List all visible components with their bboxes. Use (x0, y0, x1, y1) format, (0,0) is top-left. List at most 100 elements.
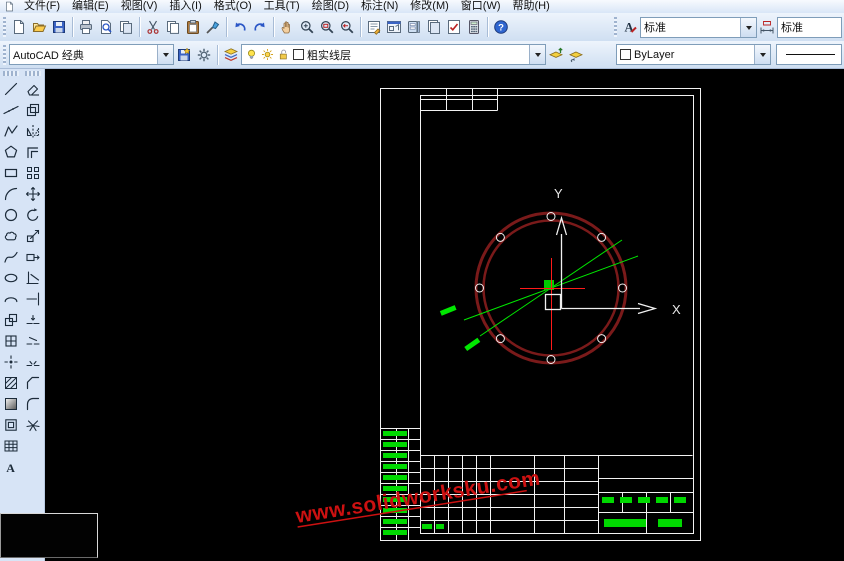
polygon-icon[interactable] (1, 141, 21, 162)
menu-tools[interactable]: 工具(T) (258, 0, 306, 13)
color-dropdown-arrow[interactable] (754, 45, 770, 64)
layer-dropdown-arrow[interactable] (529, 45, 545, 64)
layer-properties-icon[interactable] (221, 44, 241, 66)
polyline-icon[interactable] (1, 120, 21, 141)
fillet-icon[interactable] (23, 393, 43, 414)
plot-icon[interactable] (76, 16, 96, 38)
table-icon[interactable] (1, 435, 21, 456)
menu-view[interactable]: 视图(V) (115, 0, 164, 13)
quick-calc-icon[interactable] (464, 16, 484, 38)
explode-icon[interactable] (23, 414, 43, 435)
tool-palettes-icon[interactable] (404, 16, 424, 38)
scale-icon[interactable] (23, 225, 43, 246)
paste-icon[interactable] (183, 16, 203, 38)
sun-icon[interactable] (261, 48, 274, 61)
arc-icon[interactable] (1, 183, 21, 204)
move-icon[interactable] (23, 183, 43, 204)
workspace-dropdown-arrow[interactable] (157, 45, 173, 64)
circle-icon[interactable] (1, 204, 21, 225)
workspaces-toolbar-grip[interactable] (3, 44, 6, 65)
modify-toolbar-grip[interactable] (25, 71, 41, 76)
construction-line-icon[interactable] (1, 99, 21, 120)
save-icon[interactable] (49, 16, 69, 38)
chamfer-icon[interactable] (23, 372, 43, 393)
model-space-canvas[interactable]: Y X www.solidworksku.com (44, 68, 844, 561)
copy-icon[interactable] (23, 99, 43, 120)
pan-icon[interactable] (277, 16, 297, 38)
menu-edit[interactable]: 编辑(E) (66, 0, 115, 13)
join-icon[interactable] (23, 351, 43, 372)
chevron-down-icon (162, 53, 169, 60)
styles-toolbar-grip[interactable] (614, 17, 617, 37)
make-object-layer-icon[interactable] (546, 44, 566, 66)
sheet-set-manager-icon[interactable] (424, 16, 444, 38)
menu-draw[interactable]: 绘图(D) (306, 0, 355, 13)
break-at-point-icon[interactable] (23, 309, 43, 330)
open-icon[interactable] (29, 16, 49, 38)
dim-style-icon[interactable] (757, 16, 777, 38)
paper-frame[interactable] (380, 88, 701, 541)
menu-modify[interactable]: 修改(M) (404, 0, 455, 13)
stretch-icon[interactable] (23, 246, 43, 267)
array-icon[interactable] (23, 162, 43, 183)
text-style-dropdown-arrow[interactable] (740, 17, 756, 37)
save-workspace-icon[interactable] (174, 44, 194, 66)
color-combo[interactable]: ByLayer (616, 44, 771, 65)
layer-previous-icon[interactable] (566, 44, 586, 66)
match-properties-icon[interactable] (203, 16, 223, 38)
undo-icon[interactable] (230, 16, 250, 38)
rotate-icon[interactable] (23, 204, 43, 225)
multiline-text-icon[interactable] (1, 456, 21, 477)
erase-icon[interactable] (23, 78, 43, 99)
point-icon[interactable] (1, 351, 21, 372)
menu-insert[interactable]: 插入(I) (163, 0, 207, 13)
layer-combo[interactable]: 粗实线层 (241, 44, 546, 65)
ellipse-arc-icon[interactable] (1, 288, 21, 309)
gradient-icon[interactable] (1, 393, 21, 414)
markup-set-manager-icon[interactable] (444, 16, 464, 38)
hatch-icon[interactable] (1, 372, 21, 393)
mirror-icon[interactable] (23, 120, 43, 141)
plot-preview-icon[interactable] (96, 16, 116, 38)
offset-icon[interactable] (23, 141, 43, 162)
menu-help[interactable]: 帮助(H) (507, 0, 556, 13)
trim-icon[interactable] (23, 267, 43, 288)
redo-icon[interactable] (250, 16, 270, 38)
unlock-icon[interactable] (277, 48, 290, 61)
standard-toolbar-grip[interactable] (3, 17, 6, 37)
draw-toolbar-grip[interactable] (3, 71, 19, 76)
workspace-combo[interactable]: AutoCAD 经典 (9, 44, 174, 65)
floating-window[interactable] (0, 513, 98, 558)
text-style-icon[interactable] (620, 16, 640, 38)
region-icon[interactable] (1, 414, 21, 435)
ellipse-icon[interactable] (1, 267, 21, 288)
insert-block-icon[interactable] (1, 309, 21, 330)
light-bulb-icon[interactable] (245, 48, 258, 61)
cut-icon[interactable] (143, 16, 163, 38)
line-icon[interactable] (1, 78, 21, 99)
make-block-icon[interactable] (1, 330, 21, 351)
menu-format[interactable]: 格式(O) (208, 0, 258, 13)
workspace-settings-icon[interactable] (194, 44, 214, 66)
copy-icon[interactable] (163, 16, 183, 38)
text-style-combo[interactable]: 标准 (640, 16, 757, 38)
design-center-icon[interactable] (384, 16, 404, 38)
spline-icon[interactable] (1, 246, 21, 267)
linetype-combo[interactable] (776, 44, 842, 65)
menu-window[interactable]: 窗口(W) (455, 0, 507, 13)
extend-icon[interactable] (23, 288, 43, 309)
new-icon[interactable] (9, 16, 29, 38)
break-icon[interactable] (23, 330, 43, 351)
dim-style-combo[interactable]: 标准 (777, 16, 842, 38)
zoom-window-icon[interactable] (317, 16, 337, 38)
rectangle-icon[interactable] (1, 162, 21, 183)
menu-file[interactable]: 文件(F) (18, 0, 66, 13)
help-icon[interactable] (491, 16, 511, 38)
zoom-previous-icon[interactable] (337, 16, 357, 38)
zoom-realtime-icon[interactable] (297, 16, 317, 38)
revision-cloud-icon[interactable] (1, 225, 21, 246)
publish-icon[interactable] (116, 16, 136, 38)
properties-icon[interactable] (364, 16, 384, 38)
menu-dimension[interactable]: 标注(N) (355, 0, 404, 13)
drawing-svg[interactable]: Y X www.solidworksku.com (44, 68, 844, 561)
